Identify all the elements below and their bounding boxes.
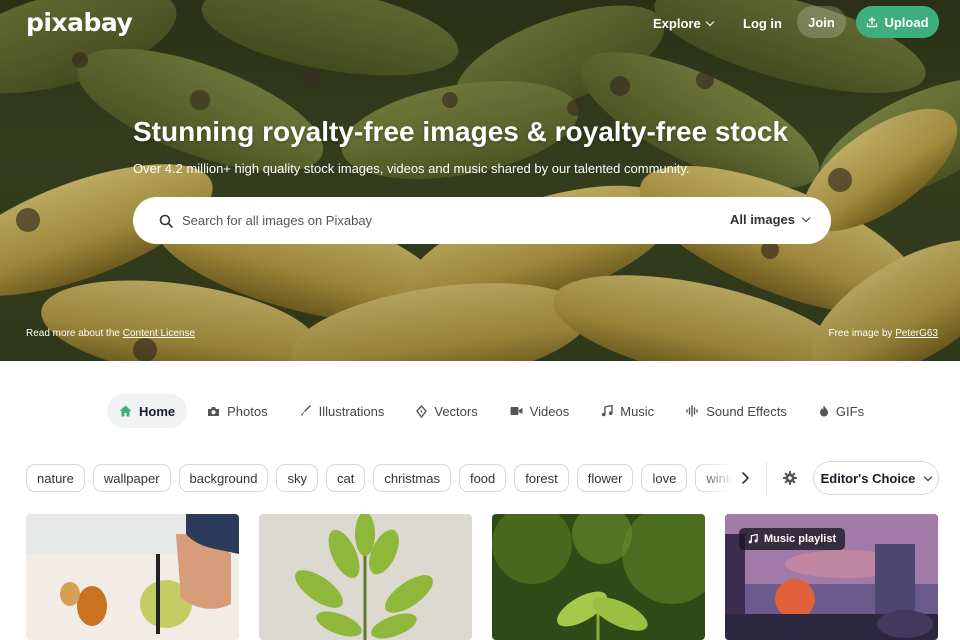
- tag-chip[interactable]: flower: [576, 464, 634, 492]
- tag-chip[interactable]: love: [641, 464, 688, 492]
- tag-chip[interactable]: nature: [26, 464, 85, 492]
- tag-chip-list: nature wallpaper background sky cat chri…: [26, 464, 756, 492]
- brush-icon: [300, 405, 311, 416]
- category-tabs: Home Photos Illustrations Vectors Videos…: [107, 394, 884, 428]
- music-playlist-badge: Music playlist: [739, 528, 846, 550]
- tab-label: Vectors: [434, 403, 478, 419]
- license-note: Read more about the Content License: [26, 328, 195, 339]
- video-icon: [510, 407, 523, 415]
- flame-icon: [819, 405, 828, 417]
- image-credit: Free image by PeterG63: [828, 328, 938, 339]
- credit-author-link[interactable]: PeterG63: [895, 328, 938, 339]
- upload-label: Upload: [884, 14, 929, 30]
- chevron-down-icon: [705, 17, 714, 26]
- image-card[interactable]: [26, 514, 239, 640]
- thumbnail-green-plant: [259, 514, 472, 640]
- chevron-down-icon: [801, 213, 811, 223]
- pen-nib-icon: [416, 404, 428, 418]
- music-note-icon: [748, 534, 758, 544]
- image-card[interactable]: [259, 514, 472, 640]
- upload-icon: [867, 17, 878, 28]
- image-card[interactable]: Music playlist: [725, 514, 938, 640]
- tab-videos[interactable]: Videos: [498, 394, 582, 428]
- tab-home[interactable]: Home: [107, 394, 188, 428]
- tab-label: Home: [139, 403, 176, 419]
- explore-label: Explore: [653, 15, 701, 31]
- waveform-icon: [686, 405, 698, 417]
- search-type-label: All images: [729, 212, 795, 227]
- tag-chip[interactable]: food: [458, 464, 507, 492]
- license-text: Read more about the: [26, 328, 123, 339]
- editors-choice-label: Editor's Choice: [820, 470, 916, 486]
- tag-chip[interactable]: wallpaper: [92, 464, 171, 492]
- credit-text: Free image by: [828, 328, 896, 339]
- hero-banner: pixabay Explore Log in Join Upload Stunn…: [0, 0, 960, 361]
- tag-chip[interactable]: sky: [276, 464, 318, 492]
- hero-title: Stunning royalty-free images & royalty-f…: [133, 116, 789, 147]
- tab-photos[interactable]: Photos: [195, 394, 279, 428]
- tab-sound-effects[interactable]: Sound Effects: [674, 394, 799, 428]
- chevron-down-icon: [924, 472, 933, 481]
- tab-label: Illustrations: [318, 403, 385, 419]
- login-link[interactable]: Log in: [743, 14, 782, 32]
- tab-vectors[interactable]: Vectors: [404, 394, 489, 428]
- tab-gifs[interactable]: GIFs: [807, 394, 876, 428]
- hero-overlay: [0, 0, 960, 361]
- thumbnail-cutting-pear: [26, 514, 239, 640]
- search-input[interactable]: [182, 207, 702, 234]
- tab-label: Photos: [227, 403, 268, 419]
- tab-label: Music: [620, 403, 655, 419]
- explore-menu[interactable]: Explore: [653, 14, 714, 32]
- image-card[interactable]: [492, 514, 705, 640]
- join-button[interactable]: Join: [797, 6, 846, 38]
- tag-chip[interactable]: cat: [325, 464, 366, 492]
- tab-illustrations[interactable]: Illustrations: [288, 394, 397, 428]
- editors-choice-dropdown[interactable]: Editor's Choice: [813, 461, 939, 495]
- upload-button[interactable]: Upload: [856, 6, 939, 38]
- tag-chip[interactable]: christmas: [373, 464, 451, 492]
- camera-icon: [208, 406, 220, 416]
- playlist-badge-label: Music playlist: [764, 533, 837, 545]
- search-icon[interactable]: [159, 214, 173, 228]
- thumbnail-seedling: [492, 514, 705, 640]
- toolbar-divider: [766, 462, 767, 494]
- gear-icon[interactable]: [782, 470, 798, 486]
- home-icon: [119, 405, 132, 417]
- search-bar: All images: [133, 197, 831, 244]
- tab-music[interactable]: Music: [589, 394, 666, 428]
- tag-chip[interactable]: forest: [514, 464, 569, 492]
- tab-label: Videos: [529, 403, 570, 419]
- music-note-icon: [602, 405, 613, 417]
- tab-label: Sound Effects: [706, 403, 787, 419]
- chevron-right-icon[interactable]: [736, 469, 754, 487]
- pixabay-logo[interactable]: pixabay: [26, 8, 133, 37]
- tab-label: GIFs: [835, 403, 865, 419]
- search-type-dropdown[interactable]: All images: [729, 212, 811, 227]
- hero-subtitle: Over 4.2 million+ high quality stock ima…: [133, 161, 690, 176]
- content-license-link[interactable]: Content License: [123, 328, 195, 339]
- tag-chip[interactable]: background: [178, 464, 269, 492]
